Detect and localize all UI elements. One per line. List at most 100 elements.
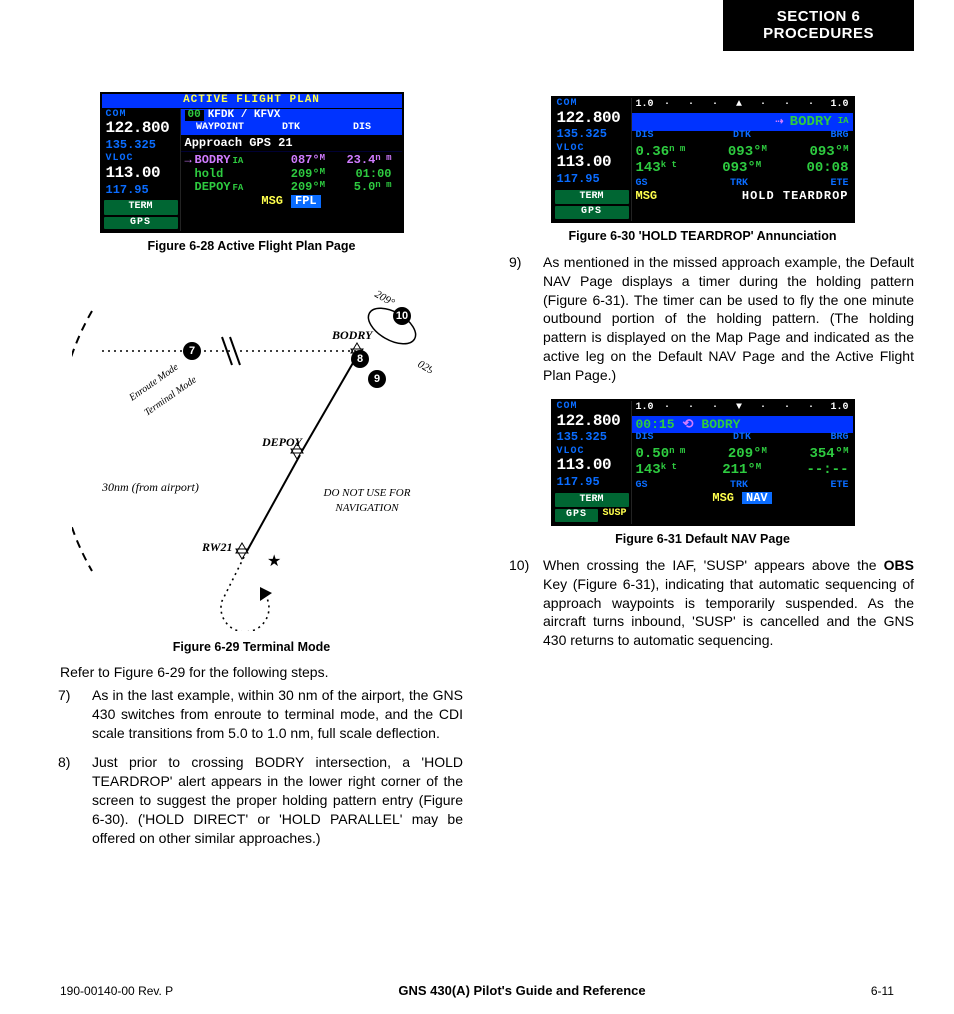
- term-badge: TERM: [555, 190, 629, 205]
- val-gs: 143: [636, 462, 661, 478]
- gps-badge: GPS: [104, 217, 178, 230]
- step-7: 7) As in the last example, within 30 nm …: [58, 686, 463, 743]
- com-label: COM: [553, 401, 631, 413]
- cdi-right: 1.0: [830, 100, 848, 111]
- step-text: Just prior to crossing BODRY intersectio…: [92, 753, 463, 847]
- hdr-gs: GS: [636, 179, 648, 190]
- val-ete: --:--: [806, 463, 848, 478]
- vloc-freq-standby: 117.95: [553, 476, 631, 491]
- unit: n m: [669, 144, 685, 154]
- step-number: 7): [58, 686, 82, 743]
- com-freq-active: 122.800: [553, 110, 631, 129]
- section-header: SECTION 6 PROCEDURES: [723, 0, 914, 51]
- hdg-out: 209°: [372, 289, 397, 310]
- val-trk: 211°: [722, 462, 756, 478]
- val-trk: 093°: [722, 160, 756, 176]
- section-header-line1: SECTION 6: [763, 8, 874, 25]
- obs-key-label: OBS: [884, 557, 914, 573]
- term-badge: TERM: [104, 200, 178, 215]
- unit: M: [756, 160, 761, 170]
- step-9: 9) As mentioned in the missed approach e…: [509, 253, 914, 385]
- wp-dis: 23.4: [346, 153, 375, 167]
- marker-9: 9: [373, 373, 379, 385]
- airport-star-icon: ★: [267, 553, 281, 570]
- unit: n m: [375, 153, 391, 163]
- val-gs: 143: [636, 160, 661, 176]
- figure-caption: Figure 6-29 Terminal Mode: [40, 640, 463, 654]
- section-header-line2: PROCEDURES: [763, 25, 874, 42]
- val-ete: 00:08: [806, 161, 848, 176]
- vloc-freq-active: 113.00: [553, 154, 631, 173]
- unit: M: [762, 144, 767, 154]
- cdi-scale-icon: · · · ▲ · · ·: [664, 100, 820, 111]
- gps-display-30: COM 122.800 135.325 VLOC 113.00 117.95 T…: [551, 96, 855, 223]
- com-freq-standby: 135.325: [102, 139, 180, 154]
- wp-name: hold: [195, 168, 265, 181]
- nav-note-1: DO NOT USE FOR: [322, 487, 410, 499]
- unit: M: [320, 167, 325, 177]
- unit: M: [320, 180, 325, 190]
- hold-timer: 00:15: [636, 418, 675, 432]
- unit: M: [843, 144, 848, 154]
- step-number: 10): [509, 556, 533, 650]
- footer-page: 6-11: [871, 984, 894, 998]
- fpl-flag: FPL: [291, 195, 321, 208]
- nav-flag: NAV: [742, 492, 772, 505]
- unit: k t: [661, 160, 677, 170]
- step-10: 10) When crossing the IAF, 'SUSP' appear…: [509, 556, 914, 650]
- hdr-trk: TRK: [730, 179, 748, 190]
- figure-caption: Figure 6-30 'HOLD TEARDROP' Annunciation: [491, 229, 914, 243]
- fpl-row: → BODRYIA 087°M 23.4n m: [183, 154, 400, 168]
- step-text: When crossing the IAF, 'SUSP' appears ab…: [543, 556, 914, 650]
- hold-icon: ⟲: [683, 418, 694, 432]
- plan-number: 00: [185, 110, 204, 122]
- hdr-brg: BRG: [830, 131, 848, 142]
- step-text: As mentioned in the missed approach exam…: [543, 253, 914, 385]
- active-leg-arrow-icon: →: [185, 154, 195, 167]
- hdr-dis: DIS: [636, 131, 654, 142]
- approach-title: Approach GPS 21: [181, 135, 402, 153]
- val-dis: 0.36: [636, 144, 670, 160]
- nav-note-2: NAVIGATION: [334, 502, 399, 514]
- step-text-a: When crossing the IAF, 'SUSP' appears ab…: [543, 557, 884, 573]
- step-number: 8): [58, 753, 82, 847]
- cdi-scale-icon: · · · ▼ · · ·: [664, 403, 820, 414]
- cdi-left: 1.0: [636, 403, 654, 414]
- figure-6-28: ACTIVE FLIGHT PLAN COM 122.800 135.325 V…: [40, 92, 463, 253]
- gps-title: ACTIVE FLIGHT PLAN: [102, 94, 402, 109]
- figure-caption: Figure 6-28 Active Flight Plan Page: [40, 239, 463, 253]
- wp-dtk: 209°: [291, 167, 320, 181]
- hdr-gs: GS: [636, 481, 648, 492]
- hdr-dis: DIS: [636, 433, 654, 444]
- marker-10: 10: [395, 310, 407, 322]
- wp-dtk: 209°: [291, 180, 320, 194]
- wp-dtk: 087°: [291, 153, 320, 167]
- hdr-dtk: DTK: [733, 433, 751, 444]
- intro-text: Refer to Figure 6-29 for the following s…: [60, 664, 463, 680]
- vloc-freq-standby: 117.95: [553, 173, 631, 188]
- gps-display-28: ACTIVE FLIGHT PLAN COM 122.800 135.325 V…: [100, 92, 404, 233]
- unit: M: [762, 446, 767, 456]
- susp-flag: SUSP: [600, 509, 628, 522]
- col-dtk: DTK: [256, 123, 327, 134]
- unit: n m: [375, 180, 391, 190]
- hdr-ete: ETE: [830, 481, 848, 492]
- label-bodry: BODRY: [331, 328, 374, 342]
- com-freq-active: 122.800: [553, 413, 631, 432]
- msg-flag: MSG: [636, 190, 658, 203]
- wp-time: 01:00: [331, 168, 398, 181]
- gps-badge: GPS: [555, 509, 599, 522]
- marker-8: 8: [356, 353, 362, 365]
- msg-flag: MSG: [712, 492, 734, 505]
- hdr-ete: ETE: [830, 179, 848, 190]
- val-dtk: 209°: [728, 446, 762, 462]
- step-text-b: Key (Figure 6-31), indicating that autom…: [543, 576, 914, 649]
- figure-6-31: COM 122.800 135.325 VLOC 113.00 117.95 T…: [491, 395, 914, 546]
- gps-badge: GPS: [555, 206, 629, 219]
- direct-to-arrow-icon: ⇢: [775, 115, 783, 130]
- figure-caption: Figure 6-31 Default NAV Page: [491, 532, 914, 546]
- col-waypoint: WAYPOINT: [185, 123, 256, 134]
- hold-teardrop-annunciation: HOLD TEARDROP: [742, 190, 849, 203]
- hdg-in: 029°: [415, 359, 432, 380]
- footer-left: 190-00140-00 Rev. P: [60, 984, 173, 998]
